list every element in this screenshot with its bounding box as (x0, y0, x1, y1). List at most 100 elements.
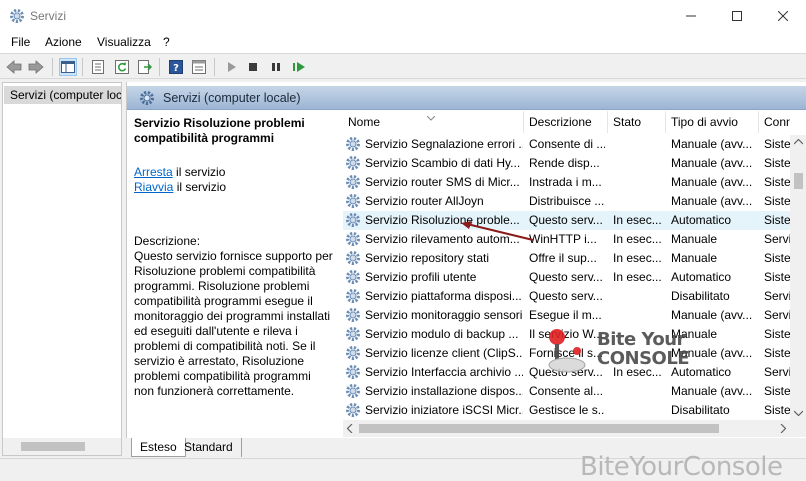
scrollbar-thumb[interactable] (359, 424, 719, 433)
cell-desc: WinHTTP i... (529, 232, 597, 246)
service-gear-icon (346, 194, 360, 208)
table-row[interactable]: Servizio piattaforma disposi... Questo se… (343, 287, 790, 306)
table-row[interactable]: Servizio repository stati Offre il sup...… (343, 249, 790, 268)
cell-name: Servizio modulo di backup ... (365, 327, 519, 341)
service-gear-icon (346, 137, 360, 151)
menu-visualizza[interactable]: Visualizza (97, 35, 151, 49)
column-header-logon[interactable]: Conn (759, 111, 790, 133)
column-header-description[interactable]: Descrizione (524, 111, 608, 133)
pause-service-icon[interactable] (267, 58, 285, 76)
cell-startup: Manuale (avv... (671, 175, 753, 189)
column-header-startup-type[interactable]: Tipo di avvio (666, 111, 759, 133)
table-row[interactable]: Servizio profili utente Questo serv... In … (343, 268, 790, 287)
forward-icon[interactable] (27, 58, 45, 76)
cell-conn: Siste (764, 384, 790, 398)
tree-horizontal-scrollbar[interactable] (3, 438, 121, 455)
service-gear-icon (346, 384, 360, 398)
cell-startup: Manuale (671, 232, 718, 246)
service-gear-icon (346, 270, 360, 284)
watermark-line2: CONSOLE (597, 348, 690, 369)
properties-icon[interactable] (89, 58, 107, 76)
service-description: Questo servizio fornisce supporto per Ri… (134, 249, 333, 398)
cell-conn: Servi (764, 308, 790, 322)
table-row[interactable]: Servizio monitoraggio sensori Esegue il m… (343, 306, 790, 325)
cell-desc: Consente di ... (529, 137, 605, 151)
help-icon[interactable]: ? (167, 58, 185, 76)
cell-desc: Questo serv... (529, 289, 603, 303)
scroll-down-icon[interactable] (794, 410, 803, 416)
pane-header: Servizi (computer locale) (127, 86, 806, 110)
tree-item-services-local[interactable]: Servizi (computer locale) (4, 86, 121, 104)
service-gear-icon (346, 308, 360, 322)
cell-conn: Siste (764, 213, 790, 227)
watermark-logo: Bite Your CONSOLE (547, 327, 697, 377)
scroll-left-icon[interactable] (347, 424, 353, 433)
cell-conn: Servi (764, 232, 790, 246)
refresh-icon[interactable] (113, 58, 131, 76)
maximize-button[interactable] (714, 0, 760, 31)
cell-startup: Manuale (avv... (671, 194, 753, 208)
tab-standard[interactable]: Standard (176, 438, 242, 457)
close-button[interactable] (760, 0, 806, 31)
table-row[interactable]: Servizio router SMS di Micr... Instrada i… (343, 173, 790, 192)
scroll-up-icon[interactable] (794, 139, 803, 145)
menu-help[interactable]: ? (163, 35, 170, 49)
minimize-button[interactable] (668, 0, 714, 31)
cell-name: Servizio installazione dispos... (365, 384, 523, 398)
cell-startup: Automatico (671, 270, 732, 284)
cell-state: In esec... (613, 232, 662, 246)
action-pane-icon[interactable] (190, 58, 208, 76)
cell-startup: Disabilitato (671, 403, 730, 417)
services-list: Nome Descrizione Stato Tipo di avvio Con… (343, 111, 806, 439)
service-gear-icon (346, 289, 360, 303)
table-row[interactable]: Servizio Risoluzione proble... Questo ser… (343, 211, 790, 230)
cell-name: Servizio router SMS di Micr... (365, 175, 520, 189)
cell-name: Servizio iniziatore iSCSI Micr... (365, 403, 523, 417)
cell-state: In esec... (613, 270, 662, 284)
table-row[interactable]: Servizio Scambio di dati Hy... Rende disp… (343, 154, 790, 173)
stop-service-icon[interactable] (244, 58, 262, 76)
cell-startup: Manuale (avv... (671, 308, 753, 322)
cell-desc: Distribuisce ... (529, 194, 605, 208)
service-gear-icon (346, 213, 360, 227)
export-list-icon[interactable] (136, 58, 154, 76)
scroll-right-icon[interactable] (780, 424, 786, 433)
cell-startup: Manuale (671, 251, 718, 265)
pane-header-title: Servizi (computer locale) (163, 91, 301, 105)
tree-item-label: Servizi (computer locale) (10, 88, 121, 102)
cell-conn: Siste (764, 156, 790, 170)
cell-startup: Disabilitato (671, 289, 730, 303)
show-tree-icon[interactable] (59, 58, 77, 76)
restart-service-link[interactable]: Riavvia (134, 180, 173, 194)
list-horizontal-scrollbar[interactable] (343, 420, 790, 437)
menu-azione[interactable]: Azione (45, 35, 82, 49)
scrollbar-thumb[interactable] (21, 442, 85, 451)
back-icon[interactable] (5, 58, 23, 76)
column-header-state[interactable]: Stato (608, 111, 666, 133)
table-row[interactable]: Servizio rilevamento autom... WinHTTP i..… (343, 230, 790, 249)
cell-conn: Siste (764, 137, 790, 151)
cell-startup: Automatico (671, 213, 732, 227)
column-header-name[interactable]: Nome (343, 111, 524, 133)
table-row[interactable]: Servizio Segnalazione errori ... Consente… (343, 135, 790, 154)
table-row[interactable]: Servizio router AllJoyn Distribuisce ... M… (343, 192, 790, 211)
cell-desc: Esegue il m... (529, 308, 602, 322)
scrollbar-corner (790, 420, 806, 437)
service-gear-icon (346, 403, 360, 417)
menu-file[interactable]: File (11, 35, 30, 49)
cell-conn: Siste (764, 175, 790, 189)
list-vertical-scrollbar[interactable] (790, 135, 806, 420)
services-gear-icon (139, 90, 155, 109)
annotation-arrow-icon (461, 221, 534, 241)
scrollbar-thumb[interactable] (794, 173, 803, 189)
watermark-line1: Bite Your (597, 329, 685, 350)
restart-service-icon[interactable] (290, 58, 308, 76)
stop-service-link[interactable]: Arresta (134, 165, 173, 179)
cell-desc: Rende disp... (529, 156, 600, 170)
table-row[interactable]: Servizio installazione dispos... Consente… (343, 382, 790, 401)
cell-conn: Siste (764, 346, 790, 360)
start-service-icon[interactable] (222, 58, 240, 76)
cell-conn: Siste (764, 270, 790, 284)
cell-conn: Siste (764, 403, 790, 417)
table-row[interactable]: Servizio iniziatore iSCSI Micr... Gestisc… (343, 401, 790, 420)
